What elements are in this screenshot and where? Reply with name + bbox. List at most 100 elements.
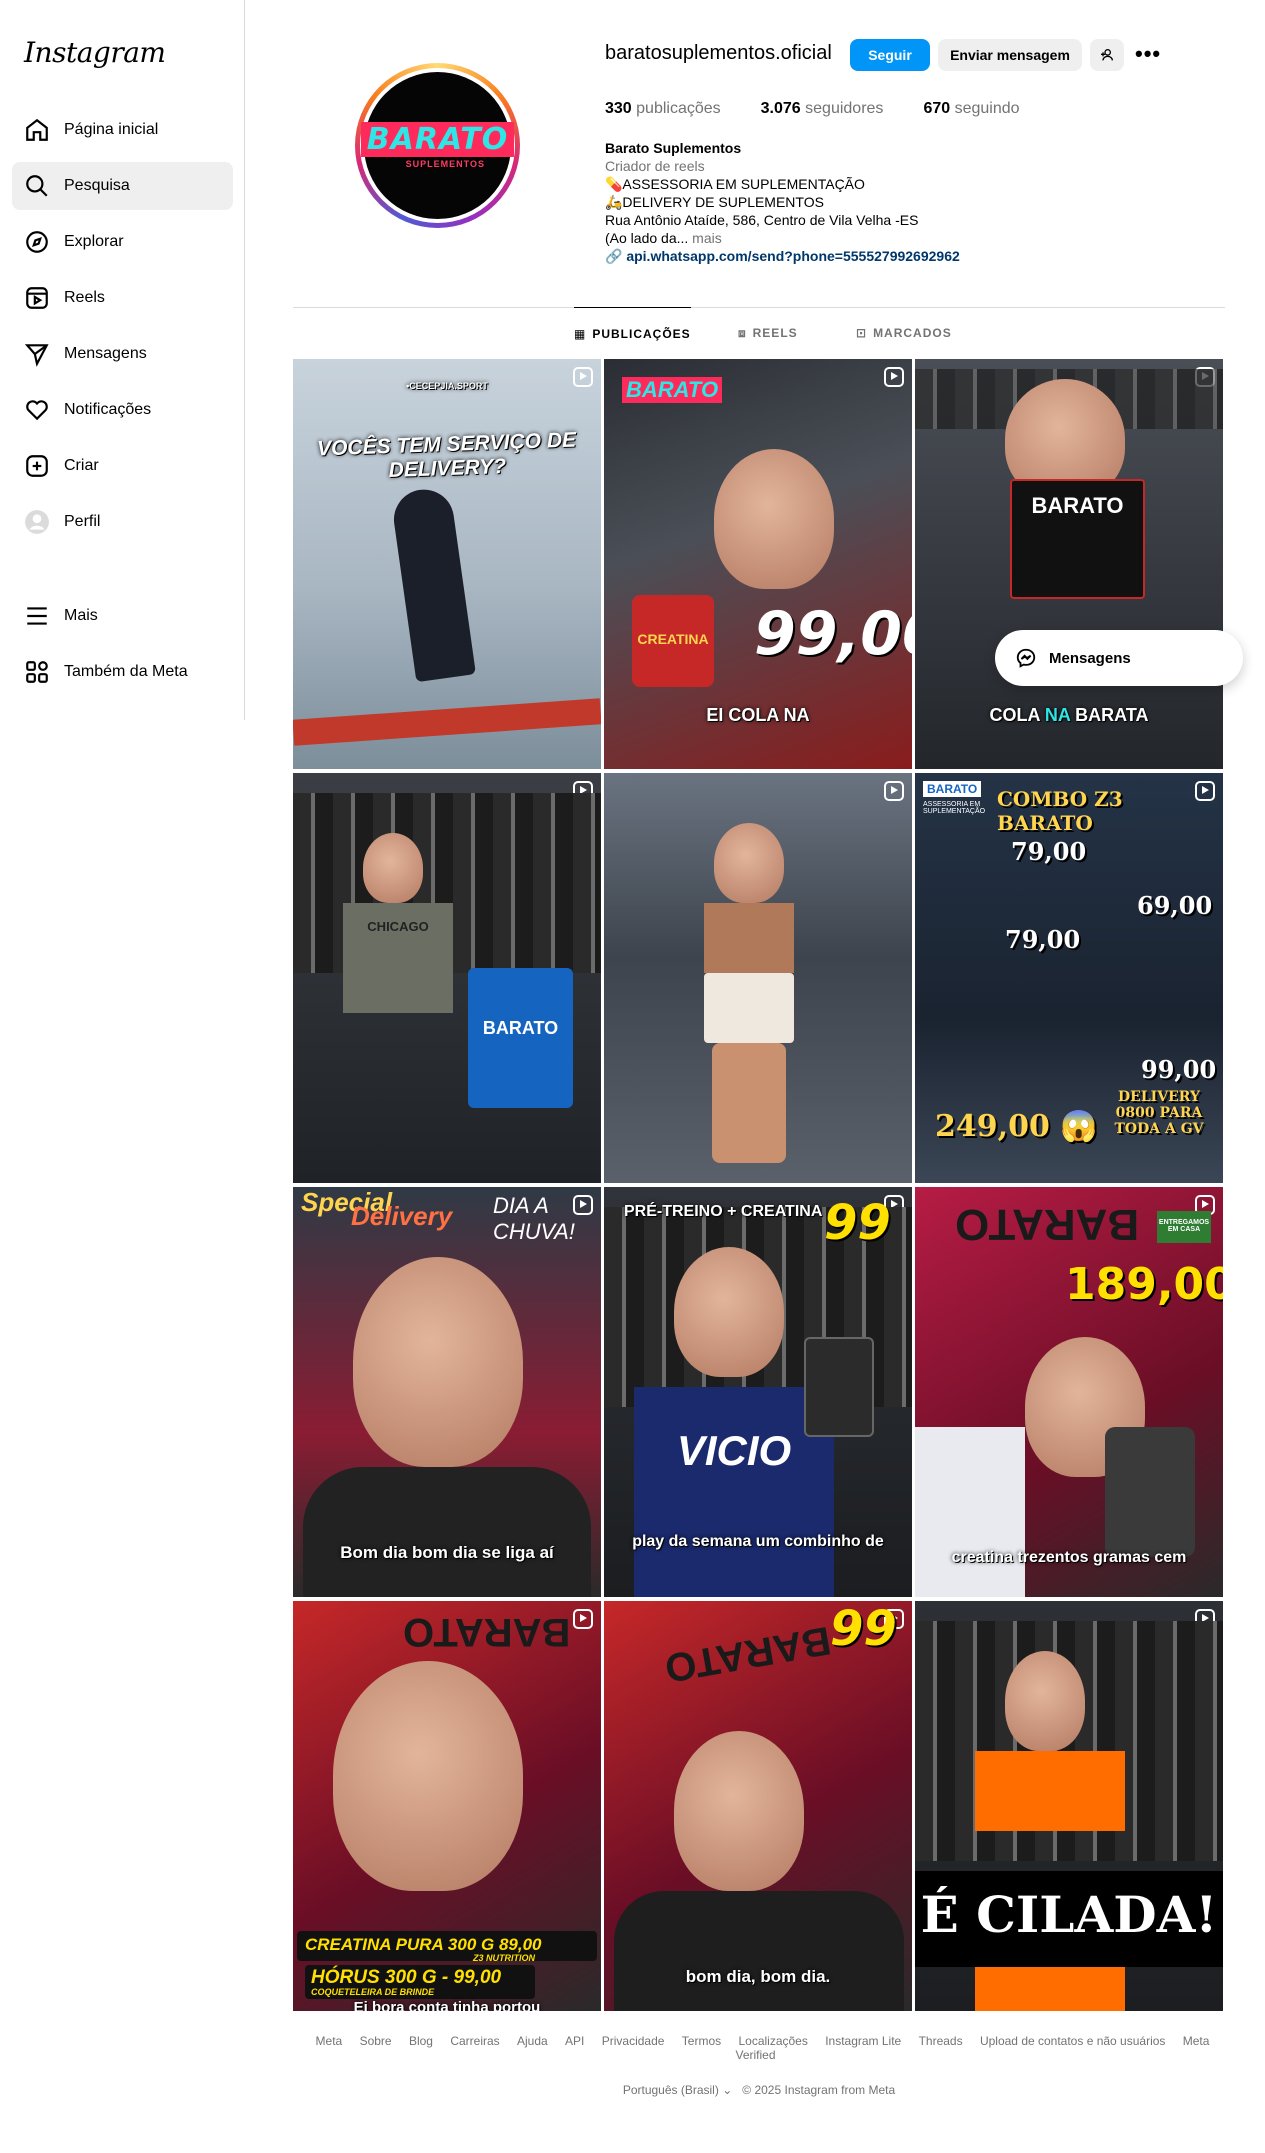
person-face (1005, 1651, 1085, 1751)
profile-stats: 330 publicações 3.076 seguidores 670 seg… (605, 100, 1060, 118)
reel-icon (573, 1195, 593, 1215)
footer-link[interactable]: Privacidade (602, 2034, 665, 2048)
bio-link[interactable]: 🔗 api.whatsapp.com/send?phone=5555279926… (605, 247, 1025, 265)
followers-stat[interactable]: 3.076 seguidores (761, 100, 884, 118)
footer: Meta Sobre Blog Carreiras Ajuda API Priv… (293, 2034, 1225, 2097)
add-person-icon (1101, 49, 1113, 61)
footer-link[interactable]: Meta (316, 2034, 343, 2048)
sidebar-item-label: Mensagens (64, 345, 147, 362)
tagged-icon: ⊡ (856, 326, 868, 340)
sidebar-item-meta[interactable]: Também da Meta (12, 648, 233, 696)
post-tile[interactable]: BARATO CREATINA 99,00 EI COLA NA (604, 359, 912, 769)
follow-button[interactable]: Seguir (850, 39, 930, 71)
bio-line: 💊ASSESSORIA EM SUPLEMENTAÇÃO (605, 176, 865, 192)
post-caption: COLA NA BARATA (989, 705, 1149, 725)
post-tile[interactable]: BARATO 99 bom dia, bom dia. (604, 1601, 912, 2011)
footer-link[interactable]: API (565, 2034, 584, 2048)
post-tile[interactable]: É CILADA! (915, 1601, 1223, 2011)
post-tile[interactable]: CHICAGO BARATO (293, 773, 601, 1183)
reel-icon (884, 367, 904, 387)
posts-stat: 330 publicações (605, 100, 721, 117)
person-face (674, 1731, 804, 1891)
sidebar: Instagram Página inicial Pesquisa Explor… (0, 0, 245, 720)
tab-tagged[interactable]: ⊡ MARCADOS (856, 307, 952, 359)
person-face (714, 823, 784, 903)
footer-link[interactable]: Instagram Lite (825, 2034, 901, 2048)
bio-line: (Ao lado da... mais (605, 230, 722, 246)
bio-line: 🛵DELIVERY DE SUPLEMENTOS (605, 194, 824, 210)
plus-square-icon (26, 455, 48, 477)
reel-icon (573, 1609, 593, 1629)
tab-reels[interactable]: ⧈ REELS (738, 307, 798, 359)
sidebar-item-label: Explorar (64, 233, 124, 250)
person-face (363, 833, 423, 903)
post-tile[interactable]: BARATO CREATINA PURA 300 G 89,00 Z3 NUTR… (293, 1601, 601, 2011)
sidebar-item-label: Criar (64, 457, 99, 474)
footer-bottom: Português (Brasil) ⌄ © 2025 Instagram fr… (293, 2083, 1225, 2097)
shirt-shape (975, 1967, 1125, 2011)
sidebar-item-notifications[interactable]: Notificações (12, 386, 233, 434)
sidebar-item-explore[interactable]: Explorar (12, 218, 233, 266)
chevron-down-icon: ⌄ (722, 2083, 733, 2097)
sidebar-item-label: Página inicial (64, 121, 159, 138)
meta-apps-icon (26, 661, 48, 683)
link-icon: 🔗 (605, 248, 627, 264)
tab-posts[interactable]: ▦ PUBLICAÇÕES (574, 307, 691, 359)
footer-link[interactable]: Upload de contatos e não usuários (980, 2034, 1165, 2048)
post-tile[interactable]: BARATO ASSESSORIA EM SUPLEMENTAÇÃO COMBO… (915, 773, 1223, 1183)
messenger-icon (1016, 648, 1036, 668)
bio-category: Criador de reels (605, 158, 705, 174)
language-select[interactable]: Português (Brasil) ⌄ (623, 2083, 732, 2097)
sidebar-item-label: Perfil (64, 513, 101, 530)
messages-pill[interactable]: Mensagens (995, 630, 1243, 686)
person-face (714, 449, 834, 589)
product-shape (804, 1337, 874, 1437)
sidebar-item-create[interactable]: Criar (12, 442, 233, 490)
suggest-people-button[interactable] (1090, 39, 1124, 71)
reels-icon (26, 287, 48, 309)
footer-link[interactable]: Ajuda (517, 2034, 548, 2048)
sidebar-item-messages[interactable]: Mensagens (12, 330, 233, 378)
footer-link[interactable]: Sobre (360, 2034, 392, 2048)
torso-shape (704, 903, 794, 973)
footer-link[interactable]: Threads (919, 2034, 963, 2048)
post-tile[interactable]: BARATO ENTREGAMOS EM CASA 189,00 creatin… (915, 1187, 1223, 1597)
footer-links: Meta Sobre Blog Carreiras Ajuda API Priv… (293, 2034, 1225, 2062)
sidebar-item-label: Pesquisa (64, 177, 130, 194)
sidebar-item-home[interactable]: Página inicial (12, 106, 233, 154)
sidebar-item-more[interactable]: Mais (12, 592, 233, 640)
reels-icon: ⧈ (738, 325, 747, 340)
post-tile[interactable]: •CECEPJIA.SPORT VOCÊS TEM SERVIÇO DE DEL… (293, 359, 601, 769)
avatar-brand: BARATO (360, 122, 515, 157)
search-icon (26, 175, 48, 197)
post-tile[interactable]: Special Delivery DIA A CHUVA! Bom dia bo… (293, 1187, 601, 1597)
post-tile[interactable]: PRÉ-TREINO + CREATINA 99 VICIO play da s… (604, 1187, 912, 1597)
copyright: © 2025 Instagram from Meta (742, 2083, 896, 2097)
product-jar-shape (1105, 1427, 1195, 1557)
send-icon (24, 344, 49, 367)
sidebar-item-profile[interactable]: Perfil (12, 498, 233, 546)
person-face (333, 1661, 523, 1891)
footer-link[interactable]: Localizações (738, 2034, 807, 2048)
sidebar-item-search[interactable]: Pesquisa (12, 162, 233, 210)
product-box-shape (915, 1427, 1025, 1597)
shorts-shape (704, 973, 794, 1043)
footer-link[interactable]: Blog (409, 2034, 433, 2048)
footer-link[interactable]: Termos (682, 2034, 721, 2048)
legs-shape (712, 1043, 786, 1163)
sidebar-item-label: Também da Meta (64, 663, 188, 680)
post-tile[interactable] (604, 773, 912, 1183)
board-shape (293, 698, 601, 746)
home-icon (26, 118, 48, 141)
instagram-logo[interactable]: Instagram (24, 36, 166, 69)
profile-avatar[interactable]: BARATO SUPLEMENTOS (355, 63, 520, 228)
more-options-icon[interactable]: ••• (1135, 41, 1161, 67)
following-stat[interactable]: 670 seguindo (923, 100, 1019, 118)
footer-link[interactable]: Carreiras (450, 2034, 499, 2048)
bio-more-link[interactable]: mais (692, 230, 722, 246)
heart-icon (26, 400, 48, 421)
avatar-image: BARATO SUPLEMENTOS (360, 72, 515, 219)
sidebar-item-reels[interactable]: Reels (12, 274, 233, 322)
post-tile[interactable]: BARATO COLA NA BARATA (915, 359, 1223, 769)
send-message-button[interactable]: Enviar mensagem (938, 39, 1082, 71)
